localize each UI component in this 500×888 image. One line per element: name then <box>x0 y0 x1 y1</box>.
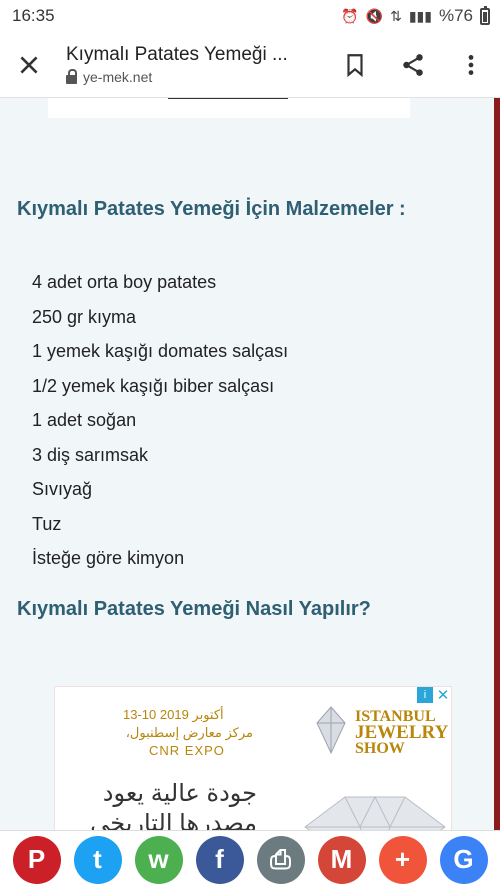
data-transfer-icon: ⇅ <box>390 7 402 24</box>
plus-icon: + <box>394 844 411 874</box>
mute-icon: 🔇 <box>365 7 384 24</box>
share-icon <box>403 53 423 76</box>
bookmark-button[interactable] <box>326 32 384 98</box>
gmail-icon: M <box>330 844 353 874</box>
menu-button[interactable] <box>442 32 500 98</box>
list-item: 250 gr kıyma <box>32 306 137 327</box>
list-item: 4 adet orta boy patates <box>32 272 217 292</box>
ad-close-icon[interactable]: ✕ <box>435 687 451 704</box>
list-item: Sıvıyağ <box>32 479 93 499</box>
close-button[interactable] <box>0 32 58 98</box>
list-item: 3 diş sarımsak <box>32 444 149 465</box>
more-share-button[interactable]: + <box>378 835 427 884</box>
facebook-share-button[interactable]: f <box>195 835 244 884</box>
lock-icon <box>66 69 77 84</box>
ad-arabic-text: جودة عالية يعود مصدرها التاريخي <box>77 779 257 836</box>
facebook-icon: f <box>215 844 224 874</box>
ad-expo: CNR EXPO <box>149 743 225 758</box>
close-icon <box>20 55 38 74</box>
status-bar: 16:35 ⏰ 🔇 ⇅ ▮▮▮ %76 <box>0 0 500 32</box>
ad-date: 13-10 أكتوبر 2019 <box>123 707 224 722</box>
google-share-button[interactable]: G <box>439 835 488 884</box>
list-item: İsteğe göre kimyon <box>32 548 185 568</box>
list-item: Tuz <box>32 513 62 534</box>
google-icon: G <box>453 844 474 874</box>
whatsapp-share-button[interactable]: w <box>134 835 183 884</box>
divider <box>168 98 288 99</box>
twitter-icon: t <box>93 844 102 874</box>
status-icons: ⏰ 🔇 ⇅ ▮▮▮ %76 <box>341 5 490 26</box>
ad-brand: ISTANBUL JEWELRY SHOW <box>355 709 448 757</box>
share-bar: P t w f ⎙ M + G <box>0 830 500 888</box>
ingredients-list: 4 adet orta boy patates 250 gr kıyma 1 y… <box>32 270 288 581</box>
alarm-icon: ⏰ <box>341 7 359 24</box>
list-item: 1/2 yemek kaşığı biber salçası <box>32 375 275 396</box>
battery-icon <box>480 5 490 25</box>
page-title: Kıymalı Patates Yemeği ... <box>66 44 288 65</box>
ad-choices: i ✕ <box>417 687 451 704</box>
whatsapp-icon: w <box>148 844 169 874</box>
browser-toolbar: Kıymalı Patates Yemeği ... ye-mek.net <box>0 32 500 98</box>
list-item: 1 yemek kaşığı domates salçası <box>32 341 289 361</box>
url-area[interactable]: Kıymalı Patates Yemeği ... ye-mek.net <box>58 44 326 85</box>
pinterest-icon: P <box>27 844 46 874</box>
method-heading: Kıymalı Patates Yemeği Nasıl Yapılır? <box>17 598 371 620</box>
battery-percent: %76 <box>438 6 473 25</box>
ad-venue: ،مركز معارض إسطنبول <box>125 725 253 740</box>
url-host: ye-mek.net <box>83 69 153 85</box>
status-time: 16:35 <box>12 6 55 25</box>
bookmark-icon <box>347 53 363 77</box>
print-icon: ⎙ <box>270 843 291 874</box>
advertisement[interactable]: i ✕ 13-10 أكتوبر 2019 ،مركز معارض إسطنبو… <box>54 686 452 836</box>
url-line: ye-mek.net <box>66 69 326 85</box>
ad-arabic-line1: جودة عالية يعود <box>102 780 257 807</box>
more-vert-icon <box>468 54 474 75</box>
ad-brand-line3: SHOW <box>355 740 405 757</box>
print-button[interactable]: ⎙ <box>256 835 305 884</box>
ad-info-icon[interactable]: i <box>417 687 433 703</box>
ingredients-heading: Kıymalı Patates Yemeği İçin Malzemeler : <box>17 198 406 220</box>
page-content: Kıymalı Patates Yemeği İçin Malzemeler :… <box>0 98 494 836</box>
signal-icon: ▮▮▮ <box>408 7 432 24</box>
diamond-image <box>304 795 446 836</box>
page-edge-accent <box>494 98 500 836</box>
list-item: 1 adet soğan <box>32 410 137 430</box>
share-button[interactable] <box>384 32 442 98</box>
twitter-share-button[interactable]: t <box>73 835 122 884</box>
pinterest-share-button[interactable]: P <box>12 835 61 884</box>
gmail-share-button[interactable]: M <box>317 835 366 884</box>
top-card <box>48 98 410 118</box>
gem-logo-icon <box>316 706 346 755</box>
ad-brand-line2: JEWELRY <box>355 722 449 743</box>
